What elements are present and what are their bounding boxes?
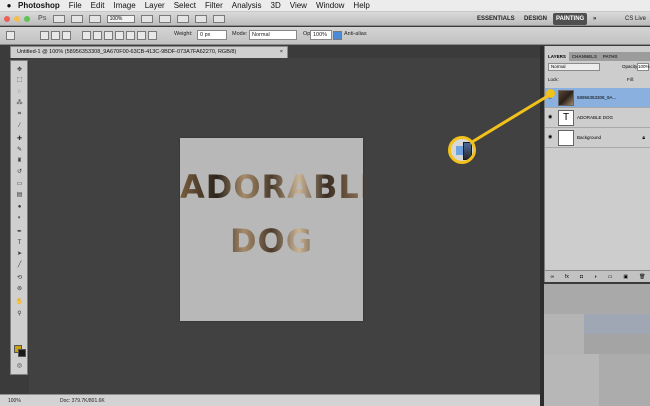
callout-magnifier: [448, 136, 476, 164]
zoomed-thumbnail: [463, 142, 472, 160]
callout-dot: [546, 89, 555, 98]
callout-line: [471, 92, 552, 144]
photoshop-window: ● Photoshop File Edit Image Layer Select…: [0, 0, 650, 406]
